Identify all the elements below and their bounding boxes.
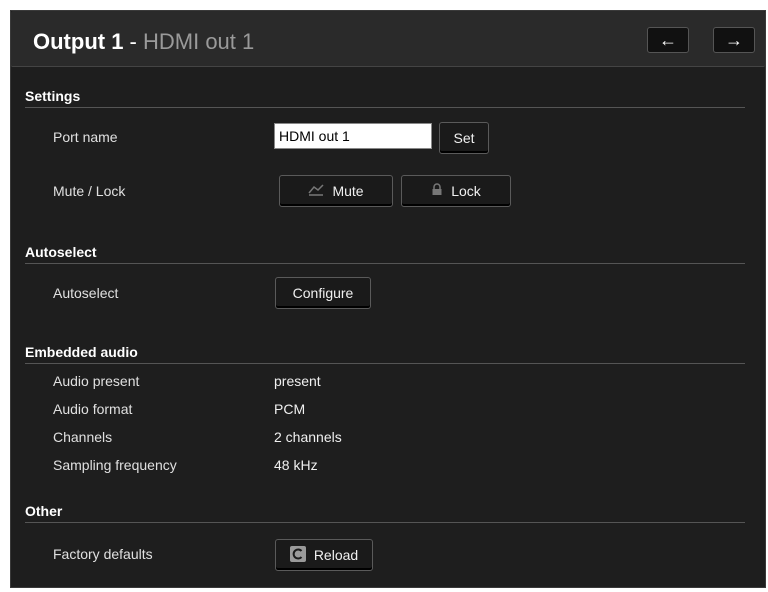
port-name-input[interactable] [274, 123, 432, 149]
title-output: Output 1 [33, 29, 124, 54]
arrow-right-icon: → [725, 30, 743, 50]
title-separator: - [123, 29, 143, 54]
reload-button[interactable]: Reload [275, 539, 373, 571]
autoselect-label: Autoselect [53, 285, 119, 301]
page-title: Output 1 - HDMI out 1 [33, 29, 254, 55]
section-autoselect-header: Autoselect [25, 244, 745, 264]
reload-button-label: Reload [313, 547, 359, 563]
sampling-frequency-label: Sampling frequency [53, 457, 177, 473]
configure-button[interactable]: Configure [275, 277, 371, 309]
audio-format-value: PCM [274, 401, 306, 417]
sampling-frequency-value: 48 kHz [274, 457, 318, 473]
set-button[interactable]: Set [439, 122, 489, 154]
reload-icon [289, 545, 306, 565]
mute-icon [308, 183, 324, 199]
factory-defaults-label: Factory defaults [53, 546, 153, 562]
section-other-header: Other [25, 503, 745, 523]
lock-button[interactable]: Lock [401, 175, 511, 207]
section-embedded-audio-header: Embedded audio [25, 344, 745, 364]
section-settings-header: Settings [25, 88, 745, 108]
audio-format-label: Audio format [53, 401, 133, 417]
output-panel: Output 1 - HDMI out 1 ← → Settings Port … [10, 10, 766, 588]
prev-button[interactable]: ← [647, 27, 689, 53]
mute-button-label: Mute [332, 183, 364, 199]
next-button[interactable]: → [713, 27, 755, 53]
configure-button-label: Configure [292, 285, 354, 301]
audio-present-label: Audio present [53, 373, 140, 389]
mute-lock-label: Mute / Lock [53, 183, 126, 199]
lock-button-label: Lock [451, 183, 481, 199]
set-button-label: Set [453, 130, 475, 146]
mute-button[interactable]: Mute [279, 175, 393, 207]
lock-icon [431, 183, 443, 199]
title-port-name: HDMI out 1 [143, 29, 255, 54]
arrow-left-icon: ← [659, 30, 677, 50]
audio-present-value: present [274, 373, 321, 389]
port-name-label: Port name [53, 129, 118, 145]
channels-label: Channels [53, 429, 113, 445]
channels-value: 2 channels [274, 429, 342, 445]
title-bar: Output 1 - HDMI out 1 ← → [11, 11, 765, 67]
